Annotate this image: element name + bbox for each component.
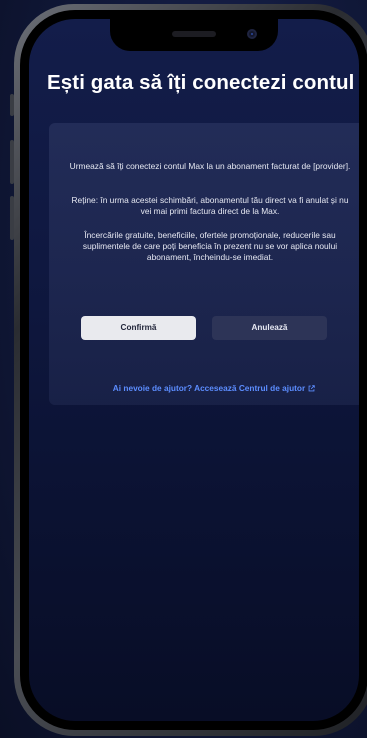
- front-camera: [247, 29, 257, 39]
- help-link-text[interactable]: Ai nevoie de ajutor? Accesează Centrul d…: [113, 383, 305, 393]
- confirmation-card: Urmează să îți conectezi contul Max la u…: [49, 123, 359, 405]
- cancel-button[interactable]: Anulează: [212, 316, 327, 340]
- phone-bezel: Ești gata să îți conectezi contul Urmeaz…: [20, 10, 367, 730]
- info-paragraph-cancellation: Reține: în urma acestei schimbări, abona…: [71, 195, 349, 216]
- page-title: Ești gata să îți conectezi contul: [47, 71, 355, 94]
- phone-frame: Ești gata să îți conectezi contul Urmeaz…: [14, 4, 367, 736]
- info-paragraph-connect: Urmează să îți conectezi contul Max la u…: [69, 161, 351, 171]
- help-center-link[interactable]: Ai nevoie de ajutor? Accesează Centrul d…: [49, 383, 359, 393]
- phone-screen: Ești gata să îți conectezi contul Urmeaz…: [29, 19, 359, 721]
- external-link-icon: [308, 385, 315, 392]
- confirm-button[interactable]: Confirmă: [81, 316, 196, 340]
- info-paragraph-benefits: Încercările gratuite, beneficiile, ofert…: [82, 230, 338, 262]
- speaker-grille: [172, 31, 216, 37]
